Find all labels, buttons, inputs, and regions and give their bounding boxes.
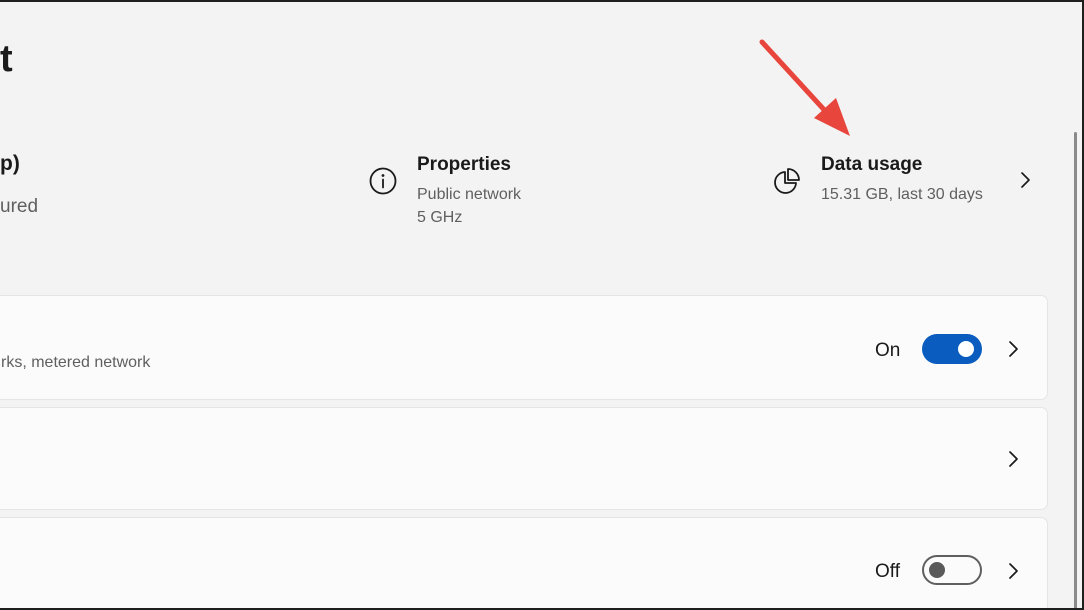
network-status: ured	[0, 196, 39, 217]
annotation-arrow-icon	[759, 39, 850, 136]
settings-window: t p) ured Properties Public network 5 GH…	[0, 0, 1084, 610]
chevron-right-icon	[1009, 563, 1018, 579]
settings-row-metered[interactable]: rks, metered network On	[0, 295, 1048, 400]
chevron-right-icon	[1009, 451, 1018, 467]
data-usage-link[interactable]: Data usage 15.31 GB, last 30 days	[770, 150, 1040, 220]
properties-link[interactable]: Properties Public network 5 GHz	[366, 150, 626, 240]
network-name: p)	[0, 152, 20, 175]
scrollbar[interactable]	[1074, 132, 1077, 608]
settings-row-toggle-off[interactable]: Off	[0, 517, 1048, 608]
pie-chart-icon	[774, 168, 800, 194]
network-profile-text: Public network	[417, 186, 522, 203]
info-icon	[369, 167, 397, 195]
metered-toggle[interactable]	[922, 334, 982, 364]
settings-toggle[interactable]	[922, 555, 982, 585]
toggle-state-label: On	[875, 340, 901, 361]
toggle-knob	[929, 562, 945, 578]
data-usage-detail: 15.31 GB, last 30 days	[821, 186, 983, 203]
page-title: t	[0, 38, 13, 80]
chevron-right-icon	[1009, 341, 1018, 357]
toggle-knob	[958, 341, 974, 357]
chevron-right-icon	[1021, 172, 1030, 188]
toggle-state-label: Off	[875, 561, 900, 582]
data-usage-title: Data usage	[821, 154, 923, 175]
network-band-text: 5 GHz	[417, 209, 463, 226]
row-subtitle: rks, metered network	[1, 354, 151, 371]
settings-row[interactable]	[0, 407, 1048, 510]
properties-title: Properties	[417, 154, 511, 175]
